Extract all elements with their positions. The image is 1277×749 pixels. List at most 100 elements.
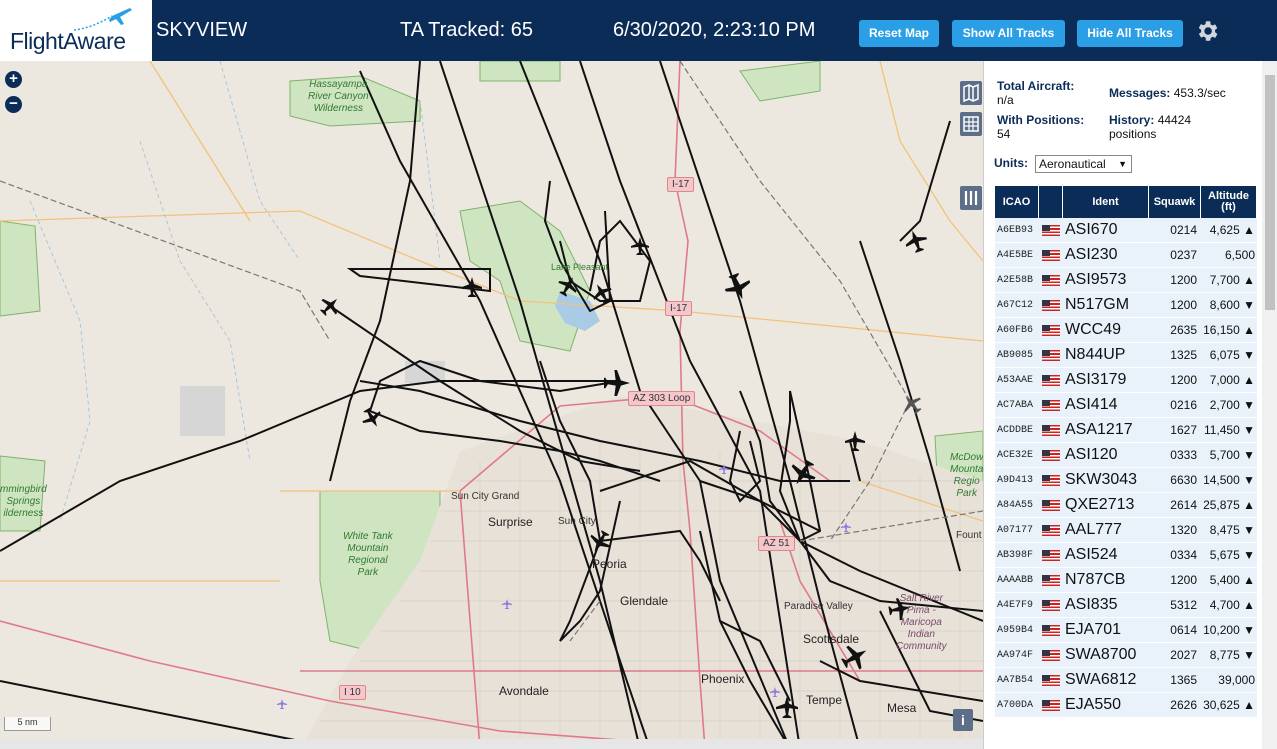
cell-altitude: 30,625 ▲ [1203, 698, 1255, 712]
table-row[interactable]: A4E5BE ASI230 0237 6,500 [995, 243, 1257, 268]
us-flag-icon [1042, 499, 1060, 511]
cell-flag [1039, 593, 1063, 618]
table-row[interactable]: A2E58B ASI9573 1200 7,700 ▲ [995, 268, 1257, 293]
table-row[interactable]: AAAABB N787CB 1200 5,400 ▲ [995, 568, 1257, 593]
scrollbar-thumb[interactable] [1265, 75, 1275, 310]
table-row[interactable]: A959B4 EJA701 0614 10,200 ▼ [995, 618, 1257, 643]
cell-squawk: 2626 [1170, 698, 1197, 712]
label-hummingbird: mmingbird Springs ilderness [0, 484, 47, 519]
us-flag-icon [1042, 374, 1060, 386]
table-row[interactable]: A84A55 QXE2713 2614 25,875 ▲ [995, 493, 1257, 518]
table-row[interactable]: A9D413 SKW3043 6630 14,500 ▼ [995, 468, 1257, 493]
us-flag-icon [1042, 674, 1060, 686]
cell-altitude: 39,000 [1218, 673, 1255, 687]
units-value: Aeronautical [1039, 157, 1106, 171]
cell-icao: AA7B54 [997, 674, 1034, 686]
cell-altitude: 4,625 ▲ [1209, 223, 1255, 237]
map-grid-button[interactable] [960, 112, 982, 136]
header-bar: FlightAware SKYVIEW TA Tracked: 65 6/30/… [0, 0, 1277, 61]
map-canvas[interactable]: Hassayampa River Canyon Wilderness White… [0, 61, 983, 749]
cell-squawk: 0237 [1170, 248, 1197, 262]
units-select[interactable]: Aeronautical ▼ [1035, 155, 1132, 173]
map-horizontal-scrollbar[interactable] [0, 739, 983, 749]
cell-altitude: 5,675 ▼ [1209, 548, 1255, 562]
cell-squawk: 1200 [1170, 298, 1197, 312]
table-row[interactable]: ACE32E ASI120 0333 5,700 ▼ [995, 443, 1257, 468]
shield-az303: AZ 303 Loop [628, 391, 696, 406]
grid-icon [963, 116, 979, 132]
flightaware-logo[interactable]: FlightAware [0, 0, 152, 61]
dropdown-arrow-icon: ▼ [1118, 159, 1127, 169]
table-row[interactable]: AA974F SWA8700 2027 8,775 ▼ [995, 643, 1257, 668]
cell-icao: AB9085 [997, 349, 1034, 361]
table-row[interactable]: AA7B54 SWA6812 1365 39,000 [995, 668, 1257, 693]
table-row[interactable]: AC7ABA ASI414 0216 2,700 ▼ [995, 393, 1257, 418]
cell-flag [1039, 318, 1063, 343]
table-row[interactable]: A700DA EJA550 2626 30,625 ▲ [995, 693, 1257, 718]
cell-flag [1039, 268, 1063, 293]
zoom-in-button[interactable]: + [5, 71, 22, 88]
cell-ident: WCC49 [1065, 321, 1122, 338]
label-scottsdale: Scottsdale [803, 632, 860, 646]
cell-squawk: 2614 [1170, 498, 1197, 512]
us-flag-icon [1042, 474, 1060, 486]
cell-ident: ASI120 [1065, 446, 1118, 463]
cell-squawk: 1627 [1170, 423, 1197, 437]
column-toggle-button[interactable] [960, 186, 982, 210]
show-all-tracks-button[interactable]: Show All Tracks [952, 20, 1065, 47]
table-row[interactable]: A6EB93 ASI670 0214 4,625 ▲ [995, 218, 1257, 243]
cell-flag [1039, 243, 1063, 268]
cell-altitude: 14,500 ▼ [1203, 473, 1255, 487]
clock-display: 6/30/2020, 2:23:10 PM [613, 19, 816, 41]
shield-i17: I-17 [665, 301, 693, 316]
cell-icao: A2E58B [997, 274, 1034, 286]
cell-ident: ASI9573 [1065, 271, 1127, 288]
us-flag-icon [1042, 549, 1060, 561]
cell-icao: AB398F [997, 549, 1034, 561]
hide-all-tracks-button[interactable]: Hide All Tracks [1077, 20, 1183, 47]
us-flag-icon [1042, 399, 1060, 411]
cell-ident: ASI835 [1065, 596, 1118, 613]
settings-gear-icon[interactable] [1194, 18, 1220, 44]
panel-vertical-scrollbar[interactable] [1262, 61, 1277, 749]
table-row[interactable]: A4E7F9 ASI835 5312 4,700 ▲ [995, 593, 1257, 618]
cell-squawk: 2635 [1170, 323, 1197, 337]
aircraft-panel: Total Aircraft: n/a With Positions: 54 M… [983, 61, 1277, 749]
cell-squawk: 1200 [1170, 273, 1197, 287]
cell-squawk: 6630 [1170, 473, 1197, 487]
col-altitude[interactable]: Altitude (ft) [1201, 186, 1257, 218]
map-info-button[interactable]: i [953, 709, 973, 731]
cell-ident: N787CB [1065, 571, 1126, 588]
table-row[interactable]: A53AAE ASI3179 1200 7,000 ▲ [995, 368, 1257, 393]
table-row[interactable]: A60FB6 WCC49 2635 16,150 ▲ [995, 318, 1257, 343]
messages-label: Messages: [1109, 86, 1171, 100]
map-layers-button[interactable] [960, 81, 982, 105]
cell-icao: A6EB93 [997, 224, 1034, 236]
label-surprise: Surprise [488, 515, 533, 529]
cell-altitude: 4,700 ▲ [1209, 598, 1255, 612]
us-flag-icon [1042, 299, 1060, 311]
table-row[interactable]: ACDDBE ASA1217 1627 11,450 ▼ [995, 418, 1257, 443]
col-icao[interactable]: ICAO [995, 186, 1039, 218]
cell-altitude: 5,400 ▲ [1209, 573, 1255, 587]
tracked-count: TA Tracked: 65 [400, 19, 534, 41]
cell-flag [1039, 668, 1063, 693]
table-row[interactable]: A67C12 N517GM 1200 8,600 ▼ [995, 293, 1257, 318]
us-flag-icon [1042, 649, 1060, 661]
logo-text: FlightAware [10, 28, 126, 54]
cell-icao: A700DA [997, 699, 1034, 711]
cell-flag [1039, 418, 1063, 443]
cell-squawk: 0216 [1170, 398, 1197, 412]
col-ident[interactable]: Ident [1063, 186, 1149, 218]
table-row[interactable]: AB398F ASI524 0334 5,675 ▼ [995, 543, 1257, 568]
table-row[interactable]: AB9085 N844UP 1325 6,075 ▼ [995, 343, 1257, 368]
total-aircraft-label: Total Aircraft: [997, 79, 1075, 93]
col-flag[interactable] [1039, 186, 1063, 218]
history-stat: History: 44424 positions [1109, 113, 1229, 141]
zoom-out-button[interactable]: − [5, 96, 22, 113]
label-sun-city-grand: Sun City Grand [451, 491, 520, 502]
col-squawk[interactable]: Squawk [1149, 186, 1201, 218]
us-flag-icon [1042, 449, 1060, 461]
table-row[interactable]: A07177 AAL777 1320 8,475 ▼ [995, 518, 1257, 543]
reset-map-button[interactable]: Reset Map [859, 20, 939, 47]
